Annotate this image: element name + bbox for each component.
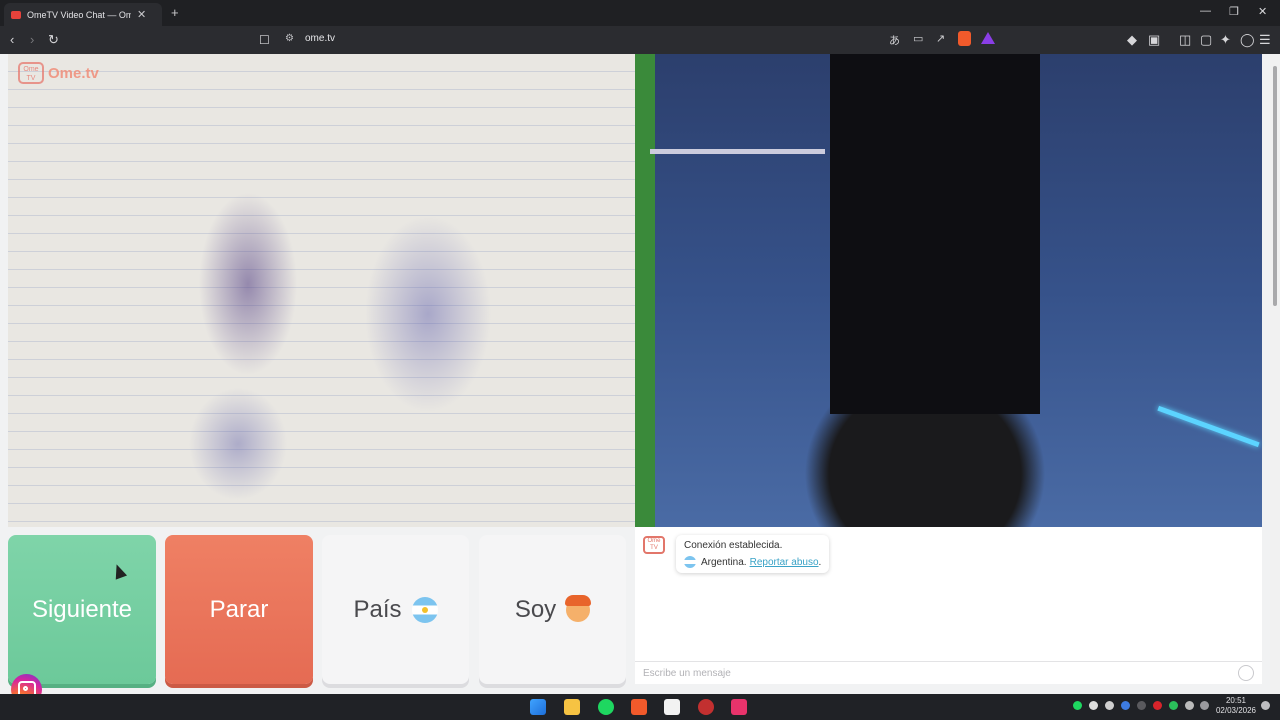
sidebar-icon[interactable]: ◫ [1179, 32, 1191, 48]
file-explorer-icon[interactable] [564, 699, 580, 715]
ometv-logo-text: Ome.tv [48, 64, 99, 82]
new-tab-button[interactable]: + [171, 5, 179, 20]
report-suffix: . [818, 556, 822, 568]
reload-icon[interactable]: ↻ [48, 32, 59, 48]
message-input[interactable]: Escribe un mensaje [635, 661, 1262, 685]
emoji-icon[interactable] [1238, 665, 1254, 681]
menu-icon[interactable]: ☰ [1259, 32, 1271, 48]
vpn-icon[interactable]: ◯ [1240, 32, 1255, 48]
tray-icon-1[interactable] [1089, 701, 1098, 710]
boy-emoji-icon [565, 594, 592, 622]
country-button-label: País [353, 595, 402, 623]
windows-taskbar: 20:51 02/03/2026 [0, 694, 1280, 720]
back-icon[interactable]: ‹ [10, 32, 14, 48]
maximize-button[interactable]: ❐ [1229, 5, 1239, 18]
background-curtain [830, 54, 1040, 414]
notifications-icon[interactable] [1261, 701, 1270, 710]
chat-panel: Ome TV Conexión establecida. Argentina. … [635, 527, 1262, 684]
next-button-label: Siguiente [31, 595, 133, 623]
app-icon[interactable] [698, 699, 714, 715]
windows-start-icon[interactable] [530, 699, 546, 715]
gender-button-label: Soy [514, 595, 557, 623]
translate-icon[interactable]: あ [889, 32, 900, 48]
tray-icon-4[interactable] [1137, 701, 1146, 710]
argentina-flag-icon [684, 556, 696, 568]
tray-icon-6[interactable] [1169, 701, 1178, 710]
ometv-chat-icon: Ome TV [643, 536, 665, 554]
scrollbar-thumb[interactable] [1273, 66, 1277, 306]
close-window-button[interactable]: ✕ [1258, 5, 1267, 18]
tiktok-icon[interactable] [731, 699, 747, 715]
extensions-icon[interactable]: ◆ [1127, 32, 1137, 48]
stop-button-label: Parar [209, 595, 269, 623]
stop-button[interactable]: Parar [165, 535, 313, 684]
brave-shields-icon[interactable] [958, 31, 971, 46]
brave-icon[interactable] [631, 699, 647, 715]
self-video [635, 54, 1262, 527]
tray-icon-2[interactable] [1105, 701, 1114, 710]
next-button[interactable]: Siguiente [8, 535, 156, 684]
bookmark-icon[interactable]: ☐ [259, 32, 270, 48]
forward-icon[interactable]: › [30, 32, 34, 48]
address-bar[interactable]: ⚙ ome.tv あ ▭ ↗ [280, 29, 1000, 51]
page-scrollbar[interactable] [1270, 54, 1280, 694]
wallet-icon[interactable]: ▣ [1148, 32, 1160, 48]
minimize-button[interactable]: — [1200, 5, 1211, 17]
tray-icon-3[interactable] [1121, 701, 1130, 710]
spotify-icon[interactable] [598, 699, 614, 715]
stranger-video: Ome TV Ome.tv [8, 54, 635, 527]
volume-icon[interactable] [1185, 701, 1194, 710]
url-text: ome.tv [305, 33, 336, 44]
browser-tab-strip: OmeTV Video Chat — Omegle ✕ + — ❐ ✕ [0, 0, 1280, 26]
tab-close-icon[interactable]: ✕ [137, 8, 146, 21]
browser-toolbar: ‹ › ↻ ☐ ⚙ ome.tv あ ▭ ↗ ◆ ▣ ◫ ▢ ✦ ◯ ☰ [0, 26, 1280, 54]
tray-icon-5[interactable] [1153, 701, 1162, 710]
ai-sparkle-icon[interactable]: ✦ [1220, 32, 1231, 48]
site-info-icon[interactable]: ⚙ [285, 33, 294, 44]
clock-time: 20:51 [1225, 696, 1247, 705]
argentina-flag-icon [411, 596, 438, 623]
tab-title: OmeTV Video Chat — Omegle [27, 9, 131, 20]
network-icon[interactable] [1200, 701, 1209, 710]
connection-status: Conexión establecida. [684, 540, 783, 551]
capcut-icon[interactable] [664, 699, 680, 715]
report-abuse-link[interactable]: Reportar abuso [750, 557, 819, 568]
ometv-tv-icon: Ome TV [18, 62, 44, 84]
cast-icon[interactable]: ▭ [913, 32, 923, 45]
gender-button[interactable]: Soy [479, 535, 626, 684]
led-strip [1157, 405, 1260, 448]
ometv-favicon-icon [11, 10, 21, 19]
clock-date: 02/03/2026 [1215, 706, 1257, 715]
message-placeholder: Escribe un mensaje [643, 668, 731, 679]
taskbar-clock[interactable]: 20:51 02/03/2026 [1214, 696, 1258, 716]
share-icon[interactable]: ↗ [936, 32, 945, 45]
background-shelf [650, 149, 825, 154]
browser-tab[interactable]: OmeTV Video Chat — Omegle ✕ [4, 3, 162, 26]
system-message: Conexión establecida. Argentina. Reporta… [676, 535, 830, 573]
spotify-tray-icon[interactable] [1073, 701, 1082, 710]
leo-icon[interactable]: ▢ [1200, 32, 1212, 48]
ometv-logo: Ome TV Ome.tv [18, 62, 99, 84]
country-filter-button[interactable]: País [322, 535, 469, 684]
brave-rewards-icon[interactable] [981, 32, 995, 44]
partner-country: Argentina. [701, 556, 747, 568]
